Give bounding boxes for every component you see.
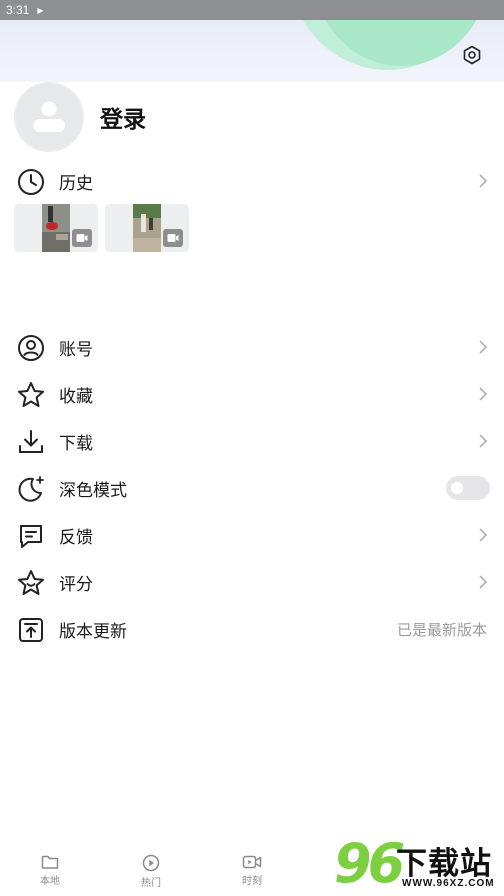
profile-header[interactable]: 登录	[14, 82, 146, 152]
nav-tab-moments[interactable]: 时刻	[222, 854, 282, 887]
downloads-label: 下载	[59, 433, 93, 453]
moon-icon	[16, 475, 46, 503]
header-background	[0, 20, 504, 82]
nav-label-moments: 时刻	[242, 876, 262, 887]
rating-row[interactable]: 评分	[0, 560, 504, 604]
watermark-text: 下载站	[396, 846, 492, 881]
login-link[interactable]: 登录	[100, 100, 146, 134]
chevron-right-icon	[479, 174, 488, 188]
history-thumbnails	[14, 204, 189, 252]
history-label: 历史	[59, 173, 93, 193]
feedback-message-icon	[16, 522, 46, 550]
clock-icon	[16, 168, 46, 196]
nav-tab-local[interactable]: 本地	[20, 854, 80, 887]
feedback-label: 反馈	[59, 527, 93, 547]
nav-label-local: 本地	[40, 876, 60, 887]
avatar[interactable]	[14, 82, 84, 152]
toggle-knob	[451, 482, 463, 494]
watermark-96: 96	[334, 832, 405, 895]
video-preview-image	[42, 204, 70, 252]
user-placeholder-icon	[33, 101, 65, 132]
chevron-right-icon	[479, 434, 488, 448]
update-label: 版本更新	[59, 621, 127, 641]
video-badge-icon	[163, 229, 183, 247]
history-video-thumbnail[interactable]	[14, 204, 98, 252]
account-circle-icon	[16, 334, 46, 362]
nav-label-hot: 热门	[141, 878, 161, 889]
video-badge-icon	[72, 229, 92, 247]
rating-label: 评分	[59, 574, 93, 594]
dark-mode-toggle[interactable]	[446, 476, 490, 500]
favorites-label: 收藏	[59, 386, 93, 406]
status-bar: 3:31 ▶	[0, 0, 504, 20]
video-preview-image	[133, 204, 161, 252]
rating-star-icon	[16, 569, 46, 597]
chevron-right-icon	[479, 575, 488, 589]
chevron-right-icon	[479, 340, 488, 354]
status-time: 3:31	[6, 3, 30, 17]
history-video-thumbnail[interactable]	[105, 204, 189, 252]
play-circle-icon	[142, 854, 160, 872]
download-icon	[16, 428, 46, 456]
star-icon	[16, 381, 46, 409]
dark-mode-label: 深色模式	[59, 480, 127, 500]
settings-hexagon-icon	[463, 45, 481, 65]
media-play-indicator-icon: ▶	[37, 5, 44, 15]
watermark-url: WWW.96XZ.COM	[402, 878, 495, 889]
update-status-text: 已是最新版本	[396, 621, 487, 639]
favorites-row[interactable]: 收藏	[0, 372, 504, 416]
upload-update-icon	[16, 616, 46, 644]
dark-mode-row[interactable]: 深色模式	[0, 466, 504, 510]
video-camera-icon	[242, 855, 262, 869]
update-row[interactable]: 版本更新 已是最新版本	[0, 607, 504, 651]
watermark-logo: 96 下载站 WWW.96XZ.COM	[334, 834, 504, 896]
account-label: 账号	[59, 339, 93, 359]
settings-button[interactable]	[459, 42, 485, 68]
chevron-right-icon	[479, 528, 488, 542]
account-row[interactable]: 账号	[0, 325, 504, 369]
nav-tab-hot[interactable]: 热门	[121, 854, 181, 889]
chevron-right-icon	[479, 387, 488, 401]
downloads-row[interactable]: 下载	[0, 419, 504, 463]
folder-icon	[41, 855, 59, 869]
feedback-row[interactable]: 反馈	[0, 513, 504, 557]
history-row[interactable]: 历史	[0, 159, 504, 203]
